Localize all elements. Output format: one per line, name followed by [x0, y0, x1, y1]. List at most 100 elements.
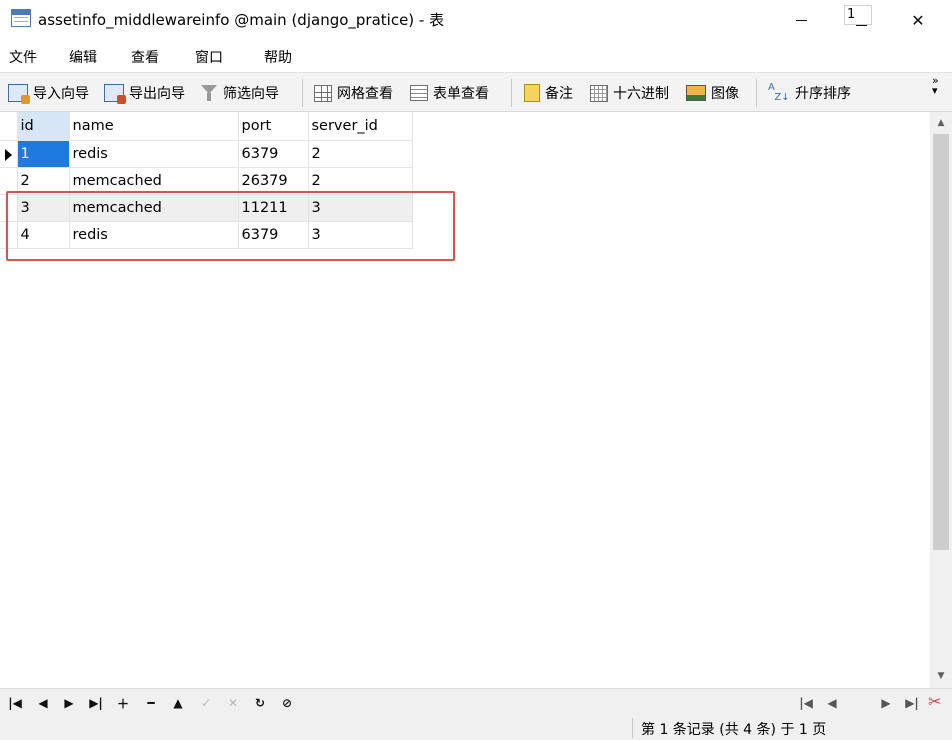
- import-icon: [8, 84, 30, 104]
- close-button[interactable]: ✕: [895, 0, 941, 40]
- menu-file[interactable]: 文件: [9, 47, 37, 67]
- row-indicator: [0, 140, 18, 168]
- row-indicator: [0, 194, 18, 222]
- row-indicator-header: [0, 112, 18, 141]
- settings-tools-icon[interactable]: ✂: [928, 692, 950, 714]
- page-number-input[interactable]: 1: [844, 5, 872, 25]
- toolbar-divider: [511, 79, 512, 107]
- image-label: 图像: [711, 86, 739, 102]
- table-row[interactable]: 3 memcached 11211 3: [0, 194, 413, 222]
- filter-wizard-button[interactable]: 筛选向导: [200, 81, 279, 105]
- discard-changes-icon[interactable]: ✕: [223, 694, 243, 712]
- current-row-pointer-icon: [5, 148, 12, 161]
- status-bar: 第 1 条记录 (共 4 条) 于 1 页: [0, 716, 952, 740]
- table-cell[interactable]: redis: [69, 221, 239, 249]
- scroll-down-icon[interactable]: ▼: [935, 670, 947, 682]
- table-row[interactable]: 2 memcached 26379 2: [0, 167, 413, 195]
- table-cell[interactable]: 2: [17, 167, 70, 195]
- table-cell[interactable]: 2: [308, 167, 413, 195]
- toolbar-divider: [756, 79, 757, 107]
- table-app-icon: [11, 9, 31, 27]
- table-cell[interactable]: memcached: [69, 167, 239, 195]
- image-button[interactable]: 图像: [686, 81, 739, 105]
- refresh-icon[interactable]: ↻: [250, 694, 270, 712]
- record-navigator: |◀ ◀ ▶ ▶| ＋ ━ ▲ ✓ ✕ ↻ ⊘ |◀ ◀ ▶ ▶|: [0, 688, 952, 716]
- table-cell[interactable]: 6379: [238, 221, 309, 249]
- menu-window[interactable]: 窗口: [195, 47, 223, 67]
- table-cell[interactable]: 4: [17, 221, 70, 249]
- import-wizard-label: 导入向导: [33, 86, 89, 102]
- table-row[interactable]: 1 redis 6379 2: [0, 140, 413, 168]
- delete-record-icon[interactable]: ━: [141, 694, 161, 712]
- hex-button[interactable]: 十六进制: [590, 81, 669, 105]
- menu-help[interactable]: 帮助: [264, 47, 292, 67]
- prev-page-icon[interactable]: ◀: [822, 694, 842, 712]
- image-icon: [686, 85, 706, 101]
- stop-icon[interactable]: ⊘: [277, 694, 297, 712]
- next-page-icon[interactable]: ▶: [876, 694, 896, 712]
- status-divider: [632, 718, 633, 738]
- grid-view-button[interactable]: 网格查看: [314, 81, 393, 105]
- first-record-icon[interactable]: |◀: [5, 694, 25, 712]
- table-cell[interactable]: 3: [308, 221, 413, 249]
- toolbar-overflow-icon[interactable]: » ▾: [932, 75, 939, 96]
- title-bar: assetinfo_middlewareinfo @main (django_p…: [0, 0, 952, 40]
- column-header-port[interactable]: port: [238, 112, 309, 141]
- table-cell[interactable]: 1: [17, 140, 70, 168]
- last-page-icon[interactable]: ▶|: [902, 694, 922, 712]
- vertical-scrollbar[interactable]: ▲ ▼: [930, 112, 952, 688]
- toolbar-divider: [302, 79, 303, 107]
- table-cell[interactable]: 26379: [238, 167, 309, 195]
- form-view-label: 表单查看: [433, 86, 489, 102]
- minimize-button[interactable]: [778, 0, 824, 40]
- form-view-button[interactable]: 表单查看: [410, 81, 489, 105]
- table-header-row: id name port server_id: [0, 112, 413, 141]
- scroll-up-icon[interactable]: ▲: [935, 117, 947, 129]
- column-header-name[interactable]: name: [69, 112, 239, 141]
- table-cell[interactable]: redis: [69, 140, 239, 168]
- sort-az-icon: A Z↓: [768, 82, 790, 103]
- export-wizard-label: 导出向导: [129, 86, 185, 102]
- apply-changes-icon[interactable]: ✓: [196, 694, 216, 712]
- hex-icon: [590, 84, 608, 102]
- edit-record-icon[interactable]: ▲: [168, 694, 188, 712]
- table-cell[interactable]: 3: [17, 194, 70, 222]
- next-record-icon[interactable]: ▶: [59, 694, 79, 712]
- scrollbar-thumb[interactable]: [933, 134, 949, 550]
- table-cell[interactable]: 3: [308, 194, 413, 222]
- row-indicator: [0, 221, 18, 249]
- memo-icon: [524, 84, 540, 102]
- sort-ascending-label: 升序排序: [795, 86, 851, 102]
- table-row[interactable]: 4 redis 6379 3: [0, 221, 413, 249]
- column-header-id[interactable]: id: [17, 112, 70, 141]
- menu-bar: 文件 编辑 查看 窗口 帮助: [0, 40, 952, 72]
- menu-edit[interactable]: 编辑: [69, 47, 97, 67]
- add-record-icon[interactable]: ＋: [113, 694, 133, 712]
- minimize-icon: [795, 19, 807, 21]
- memo-button[interactable]: 备注: [524, 81, 573, 105]
- column-header-server-id[interactable]: server_id: [308, 112, 413, 141]
- import-wizard-button[interactable]: 导入向导: [8, 81, 89, 105]
- table-cell[interactable]: 11211: [238, 194, 309, 222]
- data-table: id name port server_id 1 redis 6379 2 2 …: [0, 112, 413, 249]
- prev-record-icon[interactable]: ◀: [33, 694, 53, 712]
- toolbar: 导入向导 导出向导 筛选向导 网格查看 表单查看 备注 十六进制 图像 A Z↓…: [0, 72, 952, 112]
- grid-icon: [314, 84, 332, 102]
- row-indicator: [0, 167, 18, 195]
- window-title: assetinfo_middlewareinfo @main (django_p…: [38, 11, 445, 29]
- memo-label: 备注: [545, 86, 573, 102]
- table-cell[interactable]: memcached: [69, 194, 239, 222]
- last-record-icon[interactable]: ▶|: [86, 694, 106, 712]
- filter-wizard-label: 筛选向导: [223, 86, 279, 102]
- sort-ascending-button[interactable]: A Z↓ 升序排序: [768, 81, 851, 105]
- hex-label: 十六进制: [613, 86, 669, 102]
- export-icon: [104, 84, 126, 104]
- record-status-text: 第 1 条记录 (共 4 条) 于 1 页: [641, 722, 827, 738]
- export-wizard-button[interactable]: 导出向导: [104, 81, 185, 105]
- menu-view[interactable]: 查看: [131, 47, 159, 67]
- table-cell[interactable]: 2: [308, 140, 413, 168]
- table-cell[interactable]: 6379: [238, 140, 309, 168]
- first-page-icon[interactable]: |◀: [796, 694, 816, 712]
- filter-icon: [200, 84, 218, 102]
- form-icon: [410, 85, 428, 101]
